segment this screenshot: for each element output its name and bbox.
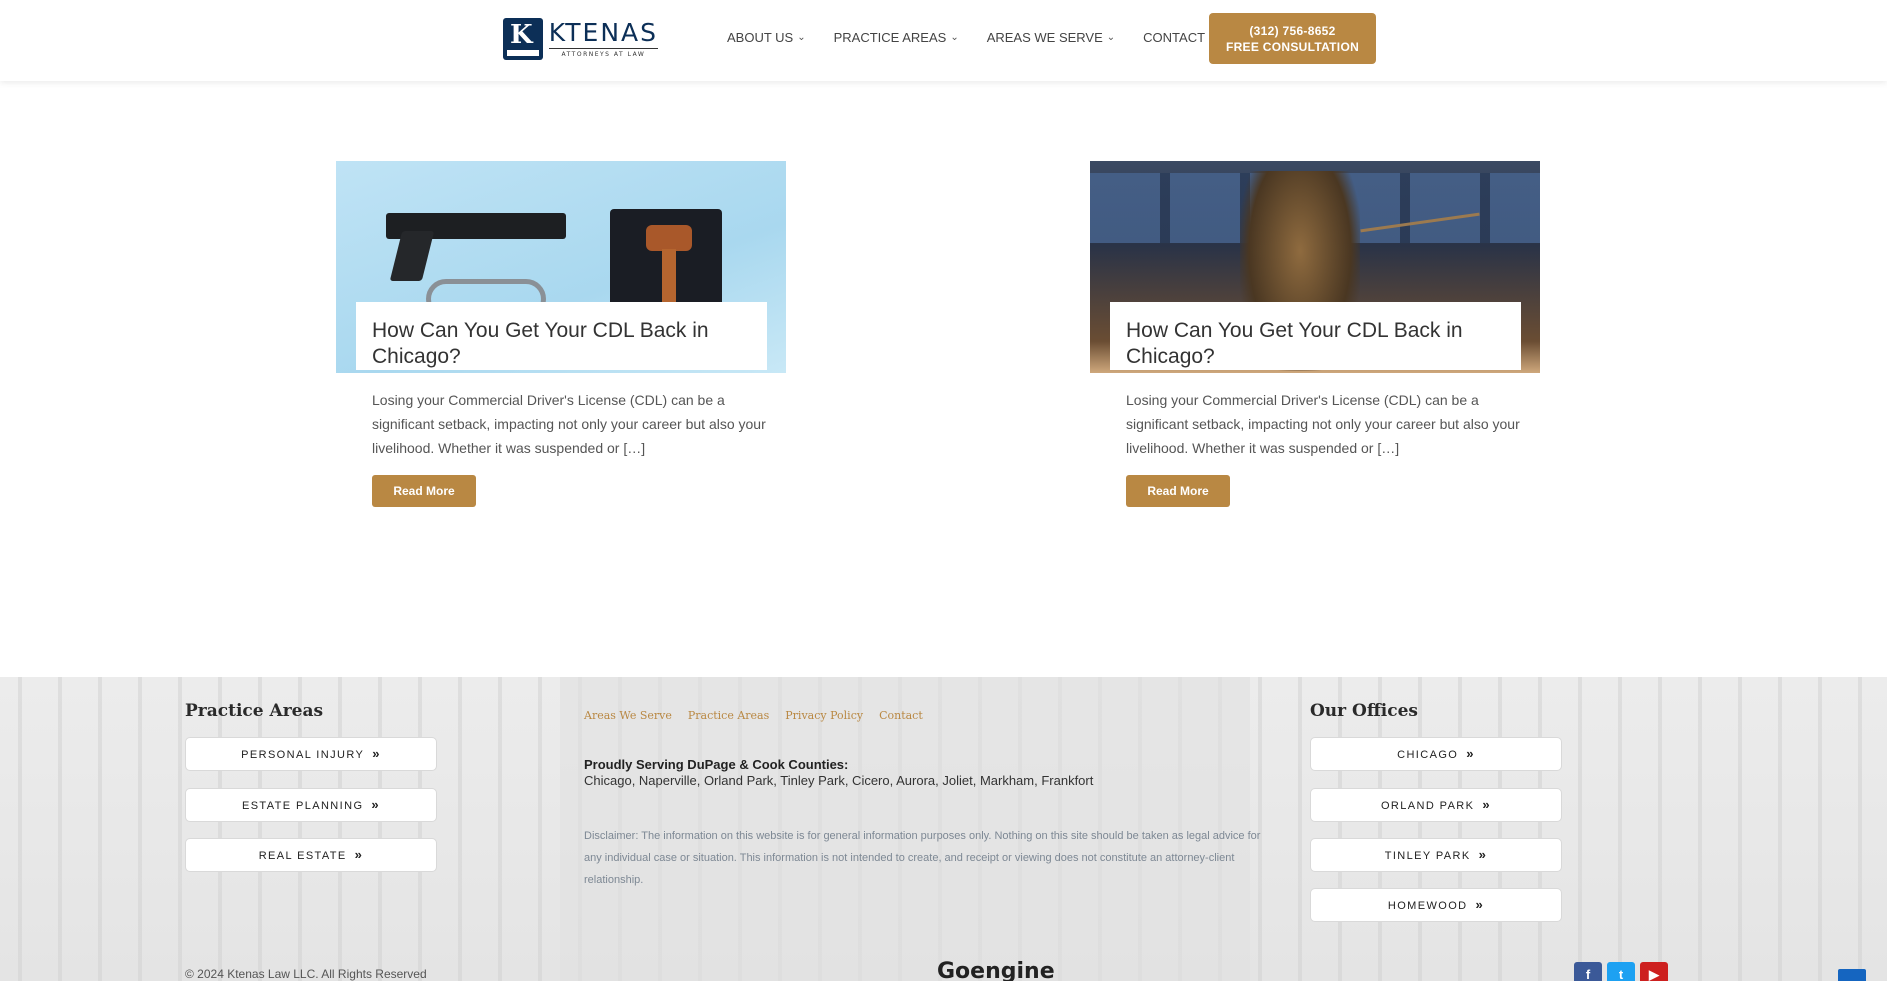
post-title[interactable]: How Can You Get Your CDL Back in Chicago… [1126,318,1505,370]
office-orland-park-button[interactable]: ORLAND PARK» [1310,788,1562,822]
nav-practice-areas[interactable]: PRACTICE AREAS ⌄ [834,30,959,45]
double-chevron-right-icon: » [1482,797,1492,812]
blog-post-card: How Can You Get Your CDL Back in Chicago… [1090,161,1540,507]
twitter-icon[interactable]: t [1607,962,1635,981]
blog-post-card: How Can You Get Your CDL Back in Chicago… [336,161,786,507]
post-title[interactable]: How Can You Get Your CDL Back in Chicago… [372,318,751,370]
cta-phone: (312) 756-8652 [1249,24,1336,38]
youtube-icon[interactable]: ▶ [1640,962,1668,981]
practice-personal-injury-button[interactable]: PERSONAL INJURY» [185,737,437,771]
chat-widget-icon[interactable] [1838,969,1866,981]
double-chevron-right-icon: » [1475,897,1485,912]
cta-label: FREE CONSULTATION [1225,40,1360,54]
chevron-down-icon: ⌄ [950,32,959,43]
footer-links: Areas We Serve Practice Areas Privacy Po… [584,709,923,722]
double-chevron-right-icon: » [372,746,381,761]
logo-subtitle: ATTORNEYS AT LAW [548,48,658,58]
double-chevron-right-icon: » [1466,746,1475,761]
site-footer: Practice Areas PERSONAL INJURY» ESTATE P… [0,677,1887,981]
read-more-button[interactable]: Read More [372,475,476,507]
practice-estate-planning-button[interactable]: ESTATE PLANNING» [185,788,437,822]
serving-cities: Chicago, Naperville, Orland Park, Tinley… [584,773,1094,788]
practice-real-estate-button[interactable]: REAL ESTATE» [185,838,437,872]
copyright-text: © 2024 Ktenas Law LLC. All Rights Reserv… [185,967,427,981]
post-excerpt: Losing your Commercial Driver's License … [1126,392,1520,456]
office-tinley-park-button[interactable]: TINLEY PARK» [1310,838,1562,872]
our-offices-heading: Our Offices [1310,701,1419,721]
office-chicago-button[interactable]: CHICAGO» [1310,737,1562,771]
facebook-icon[interactable]: f [1574,962,1602,981]
practice-areas-heading: Practice Areas [185,701,324,721]
free-consultation-button[interactable]: (312) 756-8652 FREE CONSULTATION [1209,13,1376,64]
logo-mark-icon: K [503,18,543,60]
logo-name: KTENAS [548,18,658,47]
footer-link-areas-we-serve[interactable]: Areas We Serve [584,709,672,722]
footer-link-privacy-policy[interactable]: Privacy Policy [785,709,863,722]
nav-areas-we-serve[interactable]: AREAS WE SERVE ⌄ [987,30,1115,45]
gavel-image [646,225,692,251]
disclaimer-text: Disclaimer: The information on this webs… [584,830,1261,886]
nav-about-us[interactable]: ABOUT US ⌄ [727,30,806,45]
chevron-down-icon: ⌄ [1106,32,1116,43]
office-homewood-button[interactable]: HOMEWOOD» [1310,888,1562,922]
double-chevron-right-icon: » [1478,847,1488,862]
agency-logo[interactable]: Goengine [937,959,1055,981]
post-excerpt: Losing your Commercial Driver's License … [372,392,766,456]
nav-contact[interactable]: CONTACT [1143,30,1205,45]
serving-title: Proudly Serving DuPage & Cook Counties: [584,757,849,772]
footer-link-practice-areas[interactable]: Practice Areas [688,709,769,722]
site-header: K KTENAS ATTORNEYS AT LAW ABOUT US ⌄ PRAC… [0,0,1887,81]
footer-link-contact[interactable]: Contact [879,709,923,722]
chevron-down-icon: ⌄ [797,32,806,43]
main-nav: ABOUT US ⌄ PRACTICE AREAS ⌄ AREAS WE SERVE… [727,30,1233,45]
site-logo[interactable]: K KTENAS ATTORNEYS AT LAW [503,17,658,61]
double-chevron-right-icon: » [354,847,364,862]
double-chevron-right-icon: » [371,797,381,812]
social-links: f t ▶ [1574,962,1668,981]
read-more-button[interactable]: Read More [1126,475,1230,507]
